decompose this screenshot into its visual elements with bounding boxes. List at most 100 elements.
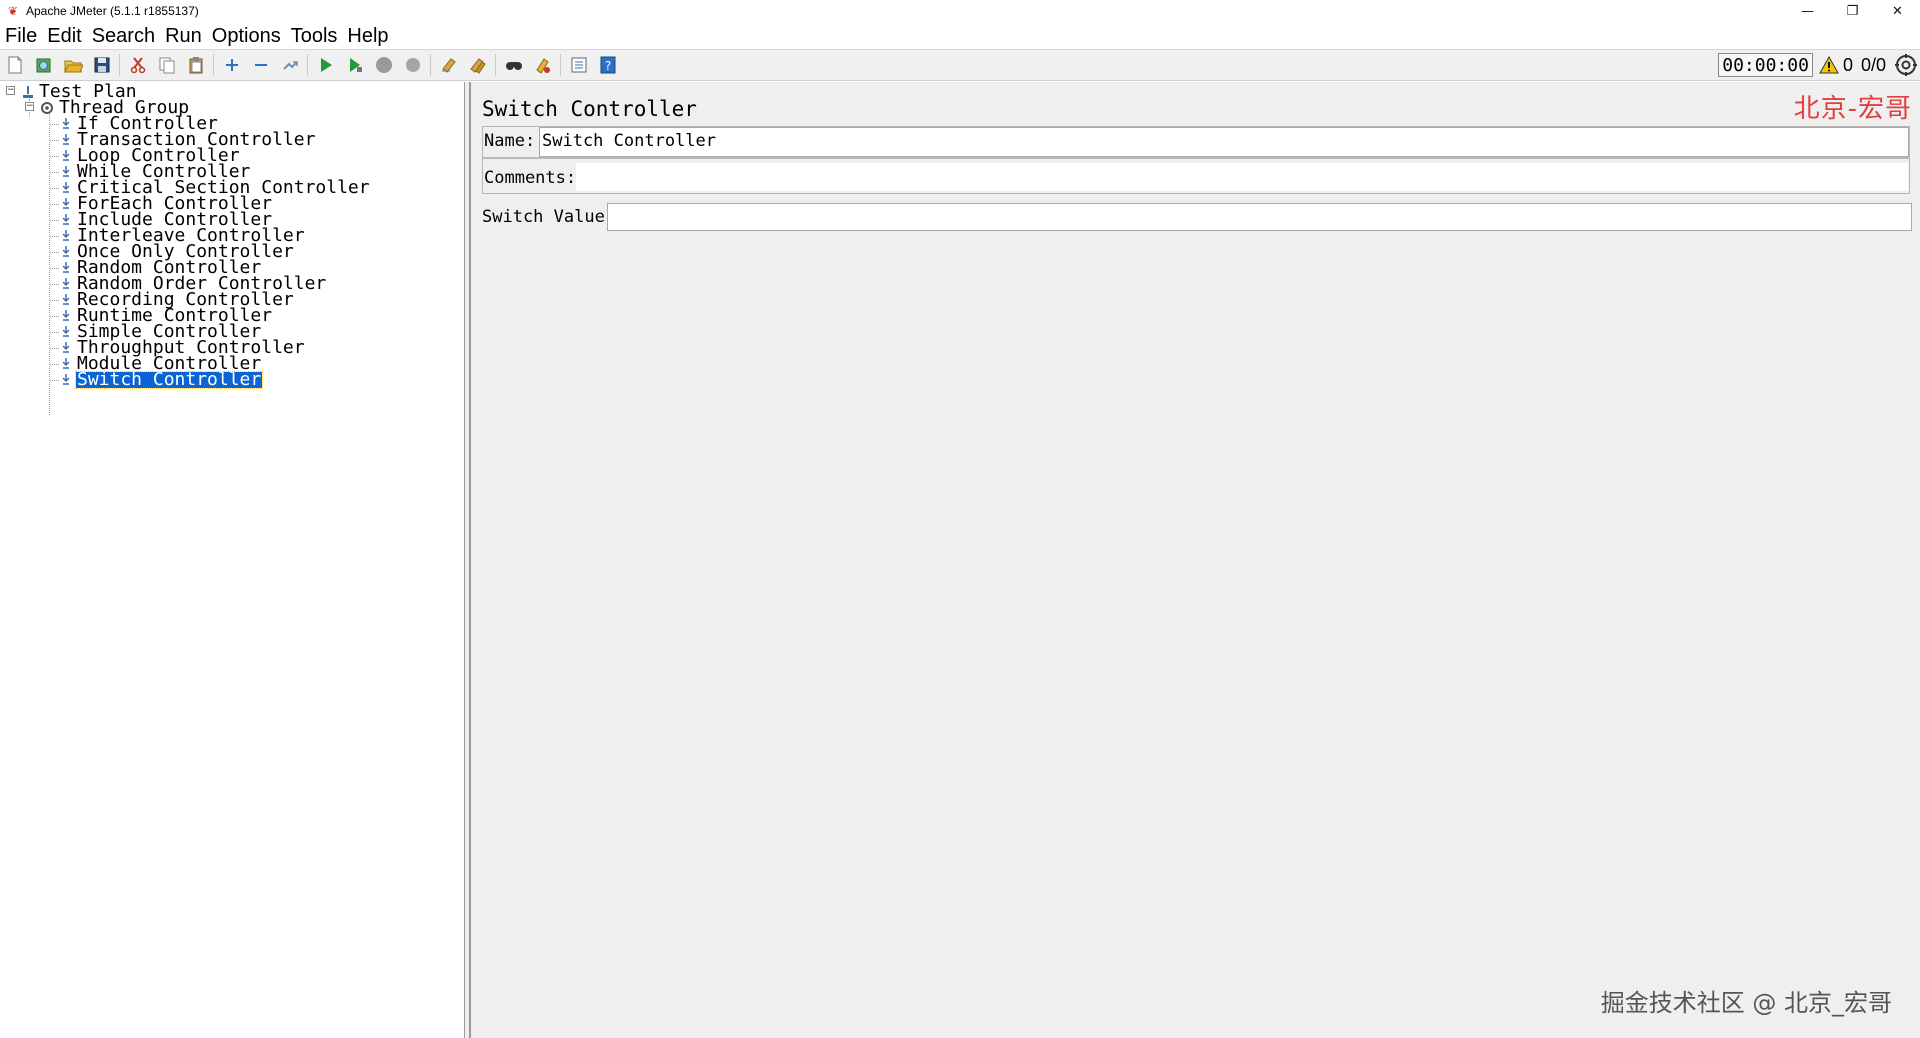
window-title: Apache JMeter (5.1.1 r1855137)	[26, 4, 199, 18]
search-icon[interactable]	[500, 51, 528, 79]
tree-connector	[49, 204, 59, 205]
reset-search-icon[interactable]	[529, 51, 557, 79]
logic-controller-icon	[62, 134, 70, 145]
name-label: Name:	[484, 131, 536, 151]
logic-controller-icon	[62, 150, 70, 161]
menu-edit[interactable]: Edit	[42, 24, 86, 48]
stop-icon[interactable]	[370, 51, 398, 79]
tree-connector	[49, 316, 59, 317]
tree-connector	[49, 124, 59, 125]
templates-icon[interactable]	[30, 51, 58, 79]
menu-file[interactable]: File	[0, 24, 42, 48]
watermark-bottom: 掘金技术社区 @ 北京_宏哥	[1600, 989, 1892, 1017]
comments-row: Comments:	[484, 168, 576, 188]
panel-title: Switch Controller	[482, 97, 697, 121]
logic-controller-icon	[62, 310, 70, 321]
tree-connector	[49, 268, 59, 269]
status-area: 00:00:00 0 0/0	[1718, 50, 1920, 80]
clear-icon[interactable]	[435, 51, 463, 79]
tree-connector	[49, 172, 59, 173]
tree-connector	[49, 140, 59, 141]
window-controls: — ❐ ✕	[1785, 0, 1920, 22]
logic-controller-icon	[62, 358, 70, 369]
logic-controller-icon	[62, 166, 70, 177]
menu-search[interactable]: Search	[87, 24, 160, 48]
tree-item-switch-controller[interactable]: Switch Controller	[60, 369, 264, 390]
menu-help[interactable]: Help	[342, 24, 393, 48]
menu-run[interactable]: Run	[160, 24, 207, 48]
tree-connector	[49, 156, 59, 157]
tree-connector	[49, 188, 59, 189]
jmeter-feather-icon: ❦	[7, 4, 19, 18]
logic-controller-icon	[62, 342, 70, 353]
collapse-toggle[interactable]: −	[25, 102, 34, 111]
open-icon[interactable]	[59, 51, 87, 79]
logic-controller-icon	[62, 262, 70, 273]
switch-value-label: Switch Value	[482, 207, 605, 227]
shutdown-icon[interactable]	[399, 51, 427, 79]
tree-connector	[49, 114, 50, 415]
logic-controller-icon	[62, 278, 70, 289]
gear-icon[interactable]	[1894, 53, 1918, 77]
start-no-pause-icon[interactable]	[341, 51, 369, 79]
toolbar-separator	[560, 54, 561, 76]
elapsed-timer: 00:00:00	[1718, 53, 1813, 77]
new-icon[interactable]	[1, 51, 29, 79]
controller-panel: Switch Controller 北京-宏哥 Name: Switch Con…	[470, 82, 1920, 1038]
help-icon[interactable]: ?	[594, 51, 622, 79]
start-icon[interactable]	[312, 51, 340, 79]
tree-connector	[49, 220, 59, 221]
toolbar-separator	[213, 54, 214, 76]
close-button[interactable]: ✕	[1875, 0, 1920, 22]
logic-controller-icon	[62, 246, 70, 257]
logic-controller-icon	[62, 230, 70, 241]
cut-icon[interactable]	[124, 51, 152, 79]
logic-controller-icon	[62, 326, 70, 337]
logic-controller-icon	[62, 198, 70, 209]
toolbar: ? 00:00:00 0 0/0	[0, 49, 1920, 81]
name-input[interactable]: Switch Controller	[539, 127, 1909, 157]
clear-all-icon[interactable]	[464, 51, 492, 79]
active-threads: 0/0	[1860, 54, 1886, 75]
tree-connector	[49, 300, 59, 301]
toolbar-separator	[119, 54, 120, 76]
expand-icon[interactable]	[218, 51, 246, 79]
collapse-icon[interactable]	[247, 51, 275, 79]
name-row: Name:	[484, 131, 535, 151]
tree-connector	[49, 332, 59, 333]
tree-connector	[49, 348, 59, 349]
thread-group-gear-icon	[41, 102, 53, 114]
test-plan-tree[interactable]: − Test Plan − Thread Group If Controller…	[0, 82, 465, 1038]
warning-indicator[interactable]: 0	[1819, 55, 1853, 76]
toolbar-separator	[430, 54, 431, 76]
switch-value-row: Switch Value	[482, 207, 605, 227]
collapse-toggle[interactable]: −	[6, 86, 15, 95]
tree-connector	[49, 252, 59, 253]
watermark-top: 北京-宏哥	[1793, 94, 1912, 124]
logic-controller-icon	[62, 294, 70, 305]
menu-tools[interactable]: Tools	[286, 24, 343, 48]
toolbar-separator	[307, 54, 308, 76]
svg-text:?: ?	[605, 59, 611, 73]
restore-button[interactable]: ❐	[1830, 0, 1875, 22]
minimize-button[interactable]: —	[1785, 0, 1830, 22]
paste-icon[interactable]	[182, 51, 210, 79]
warning-count: 0	[1842, 54, 1853, 75]
tree-item-label: Switch Controller	[74, 369, 264, 390]
menu-options[interactable]: Options	[207, 24, 286, 48]
function-helper-icon[interactable]	[565, 51, 593, 79]
menu-bar: File Edit Search Run Options Tools Help	[0, 24, 394, 48]
toolbar-separator	[495, 54, 496, 76]
save-icon[interactable]	[88, 51, 116, 79]
test-plan-icon	[23, 86, 33, 98]
comments-input[interactable]	[575, 162, 1909, 192]
logic-controller-icon	[62, 118, 70, 129]
tree-connector	[49, 236, 59, 237]
toggle-icon[interactable]	[276, 51, 304, 79]
logic-controller-icon	[62, 214, 70, 225]
title-bar: ❦ Apache JMeter (5.1.1 r1855137) — ❐ ✕	[0, 0, 1920, 22]
switch-value-input[interactable]	[607, 203, 1912, 231]
comments-label: Comments:	[484, 168, 577, 188]
tree-connector	[49, 380, 59, 381]
copy-icon[interactable]	[153, 51, 181, 79]
